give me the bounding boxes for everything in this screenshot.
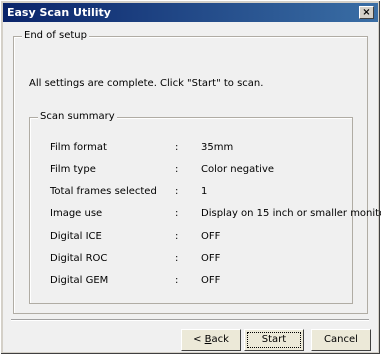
close-button[interactable]: × (359, 6, 374, 19)
row-separator: : (175, 142, 179, 153)
summary-row-digital-roc: Digital ROC : OFF (30, 253, 352, 267)
total-frames-value: 1 (201, 186, 208, 197)
back-label-rest: ack (211, 334, 229, 345)
dialog-window: Easy Scan Utility × End of setup All set… (0, 0, 381, 355)
film-type-label: Film type (50, 164, 96, 175)
title-bar[interactable]: Easy Scan Utility × (3, 3, 378, 22)
digital-gem-value: OFF (201, 275, 221, 286)
row-separator: : (175, 164, 179, 175)
summary-row-film-format: Film format : 35mm (30, 142, 352, 156)
row-separator: : (175, 253, 179, 264)
summary-row-digital-ice: Digital ICE : OFF (30, 231, 352, 245)
button-divider (11, 319, 369, 321)
digital-ice-label: Digital ICE (50, 231, 102, 242)
summary-row-image-use: Image use : Display on 15 inch or smalle… (30, 208, 381, 222)
cancel-button[interactable]: Cancel (311, 329, 371, 351)
summary-row-film-type: Film type : Color negative (30, 164, 352, 178)
back-button[interactable]: < Back (181, 329, 241, 351)
image-use-label: Image use (50, 208, 103, 219)
digital-roc-label: Digital ROC (50, 253, 108, 264)
end-of-setup-legend: End of setup (22, 30, 89, 41)
completion-message: All settings are complete. Click "Start"… (29, 78, 264, 89)
image-use-value: Display on 15 inch or smaller monitor. (201, 208, 381, 219)
start-button[interactable]: Start (244, 329, 304, 351)
film-format-label: Film format (50, 142, 107, 153)
scan-summary-legend: Scan summary (38, 111, 117, 122)
digital-ice-value: OFF (201, 231, 221, 242)
row-separator: : (175, 275, 179, 286)
film-type-value: Color negative (201, 164, 275, 175)
total-frames-label: Total frames selected (50, 186, 157, 197)
digital-gem-label: Digital GEM (50, 275, 109, 286)
digital-roc-value: OFF (201, 253, 221, 264)
scan-summary-group: Scan summary Film format : 35mm Film typ… (29, 111, 381, 304)
row-separator: : (175, 186, 179, 197)
back-mnemonic: B (204, 334, 212, 345)
window-title: Easy Scan Utility (7, 6, 111, 19)
summary-row-digital-gem: Digital GEM : OFF (30, 275, 352, 289)
dialog-content: End of setup All settings are complete. … (3, 22, 381, 352)
summary-row-total-frames: Total frames selected : 1 (30, 186, 352, 200)
row-separator: : (175, 208, 179, 219)
film-format-value: 35mm (201, 142, 234, 153)
row-separator: : (175, 231, 179, 242)
back-prefix: < (193, 334, 205, 345)
